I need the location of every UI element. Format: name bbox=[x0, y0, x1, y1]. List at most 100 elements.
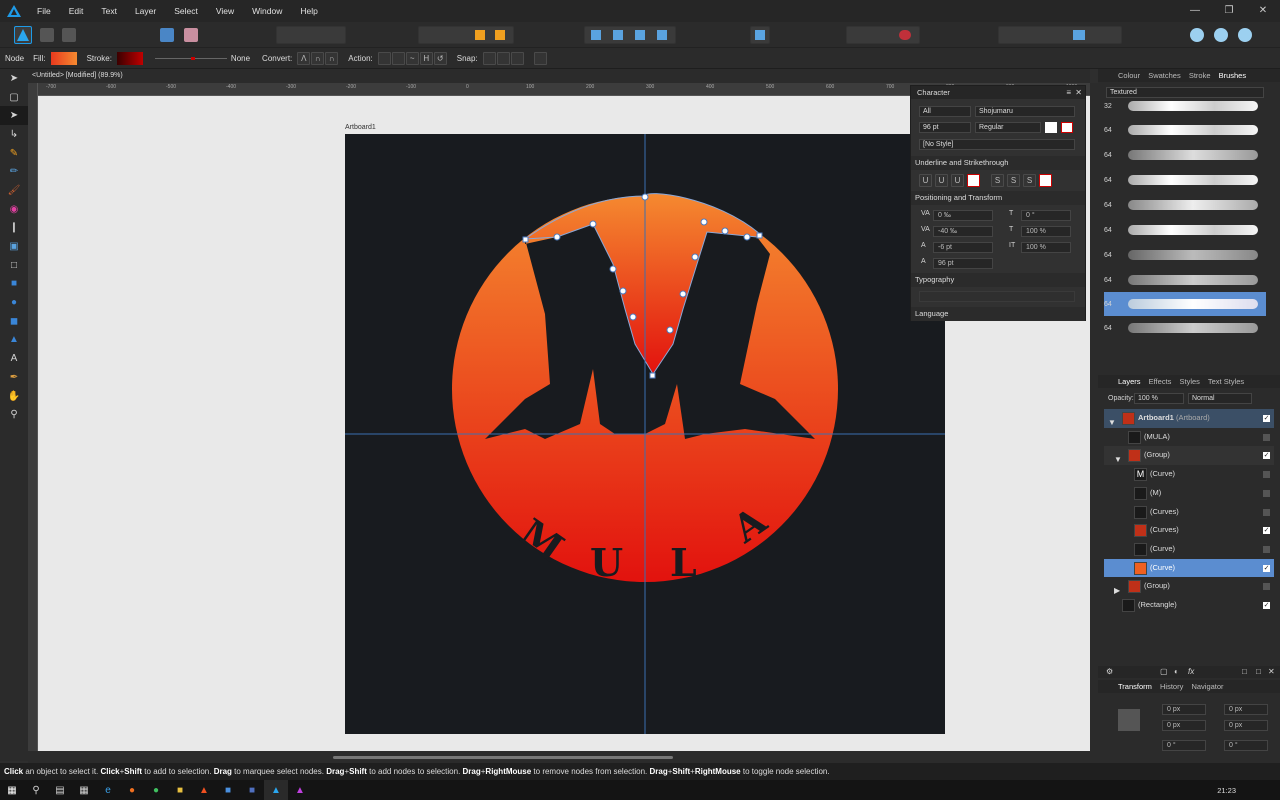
tab-stroke[interactable]: Stroke bbox=[1189, 71, 1211, 80]
tab-text-styles[interactable]: Text Styles bbox=[1208, 377, 1244, 386]
edge-browser-icon[interactable]: e bbox=[96, 780, 120, 800]
boolean-ops-group[interactable] bbox=[998, 26, 1122, 44]
affinity-designer-logo-icon[interactable] bbox=[0, 0, 28, 22]
artboard[interactable]: M U L A bbox=[345, 134, 945, 734]
pencil-tool-icon[interactable]: ✏ bbox=[0, 162, 28, 181]
typography-buttons[interactable] bbox=[919, 291, 1075, 302]
anchor-point-icon[interactable] bbox=[1118, 709, 1140, 731]
group-layer-icon[interactable]: □ bbox=[1256, 667, 1261, 676]
file-explorer-icon[interactable]: ■ bbox=[168, 780, 192, 800]
affinity-designer-taskbar-icon[interactable]: ▲ bbox=[264, 780, 288, 800]
menu-help[interactable]: Help bbox=[291, 0, 326, 22]
layer-visibility-checkbox[interactable] bbox=[1263, 545, 1270, 553]
pixel-persona-icon[interactable] bbox=[40, 28, 54, 42]
baseline-input[interactable]: -6 pt bbox=[933, 242, 993, 253]
tab-effects[interactable]: Effects bbox=[1149, 377, 1172, 386]
document-tab[interactable]: <Untitled> [Modified] (89.9%) bbox=[28, 69, 1090, 83]
layer-visibility-checkbox[interactable] bbox=[1263, 508, 1270, 516]
skew-input[interactable]: 0 ° bbox=[1021, 210, 1071, 221]
layer-visibility-checkbox[interactable]: ✓ bbox=[1263, 602, 1270, 609]
layer-visibility-checkbox[interactable] bbox=[1263, 489, 1270, 497]
underline-section-header[interactable]: Underline and Strikethrough bbox=[911, 156, 1085, 170]
assistant-icon[interactable] bbox=[184, 28, 198, 42]
brush-item[interactable]: 32 bbox=[1104, 100, 1266, 118]
mula-logo[interactable]: M U L A bbox=[345, 134, 945, 734]
convert-smart-button[interactable]: ∩ bbox=[325, 51, 339, 65]
layer-settings-icon[interactable]: ⚙ bbox=[1106, 667, 1113, 676]
artistic-text-tool-icon[interactable]: A bbox=[0, 349, 28, 368]
designer-persona-icon[interactable] bbox=[14, 26, 32, 44]
menu-edit[interactable]: Edit bbox=[60, 0, 93, 22]
adjustment-icon[interactable]: ◐ bbox=[1174, 667, 1179, 676]
opacity-input[interactable]: 100 % bbox=[1134, 393, 1184, 404]
tracking-input[interactable]: 0 ‰ bbox=[933, 210, 993, 221]
zoom-tool-icon[interactable]: ⚲ bbox=[0, 405, 28, 424]
place-image-tool-icon[interactable]: ▣ bbox=[0, 237, 28, 256]
snap-option-3-button[interactable] bbox=[510, 51, 524, 65]
layer-visibility-checkbox[interactable] bbox=[1263, 583, 1270, 591]
close-icon[interactable]: ✕ bbox=[1246, 0, 1280, 22]
panel-menu-icon[interactable]: ≡ bbox=[1066, 88, 1071, 97]
align-button[interactable] bbox=[750, 26, 770, 44]
underline-color-swatch[interactable] bbox=[967, 174, 980, 187]
panel-close-icon[interactable]: ✕ bbox=[1075, 88, 1082, 97]
layer-row-artboard[interactable]: ▼ Artboard1 (Artboard) ✓ bbox=[1104, 409, 1274, 428]
brush-item[interactable]: 64 bbox=[1104, 168, 1266, 192]
tab-history[interactable]: History bbox=[1160, 682, 1183, 691]
whatsapp-icon[interactable]: ● bbox=[144, 780, 168, 800]
brush-item[interactable]: 64 bbox=[1104, 243, 1266, 267]
layer-visibility-checkbox[interactable] bbox=[1263, 433, 1270, 441]
transform-y-input[interactable]: 0 px bbox=[1162, 720, 1206, 731]
layer-row[interactable]: M (Curve) bbox=[1104, 465, 1274, 484]
font-style-select[interactable]: Regular bbox=[975, 122, 1041, 133]
share-icon[interactable] bbox=[160, 28, 174, 42]
layer-visibility-checkbox[interactable]: ✓ bbox=[1263, 564, 1270, 572]
task-view-icon[interactable]: ▤ bbox=[48, 780, 72, 800]
tab-styles[interactable]: Styles bbox=[1180, 377, 1200, 386]
brush-item[interactable]: 64 bbox=[1104, 316, 1266, 340]
menu-view[interactable]: View bbox=[207, 0, 243, 22]
pen-tool-icon[interactable]: ✎ bbox=[0, 144, 28, 163]
layer-row[interactable]: ▶ (Group) bbox=[1104, 577, 1274, 596]
layer-row[interactable]: (Curves) bbox=[1104, 503, 1274, 522]
font-size-input[interactable]: 96 pt bbox=[919, 122, 971, 133]
layer-row[interactable]: (Rectangle) ✓ bbox=[1104, 596, 1274, 615]
brush-item[interactable]: 64 bbox=[1104, 193, 1266, 217]
tab-colour[interactable]: Colour bbox=[1118, 71, 1140, 80]
text-fill-swatch[interactable] bbox=[1045, 122, 1057, 133]
horizontal-scrollbar[interactable] bbox=[28, 751, 1090, 763]
brush-item-selected[interactable]: 64 bbox=[1104, 292, 1266, 316]
taskbar-clock[interactable]: 21:23 bbox=[1217, 786, 1236, 795]
fill-tool-icon[interactable]: ◉ bbox=[0, 200, 28, 219]
layer-visibility-checkbox[interactable]: ✓ bbox=[1263, 527, 1270, 535]
strikethrough-color-swatch[interactable] bbox=[1039, 174, 1052, 187]
affinity-publisher-taskbar-icon[interactable]: ▲ bbox=[288, 780, 312, 800]
reverse-curve-button[interactable]: ↺ bbox=[433, 51, 447, 65]
vector-brush-tool-icon[interactable]: 🖌 bbox=[0, 181, 28, 200]
tab-layers[interactable]: Layers bbox=[1118, 377, 1141, 386]
layer-row[interactable]: (Curve) bbox=[1104, 540, 1274, 559]
snap-option-2-button[interactable] bbox=[496, 51, 510, 65]
layer-visibility-checkbox[interactable]: ✓ bbox=[1263, 415, 1270, 422]
stroke-swatch[interactable] bbox=[116, 51, 143, 65]
kerning-input[interactable]: -40 ‰ bbox=[933, 226, 993, 237]
menu-layer[interactable]: Layer bbox=[126, 0, 165, 22]
app-icon-1[interactable]: ■ bbox=[216, 780, 240, 800]
menu-text[interactable]: Text bbox=[92, 0, 126, 22]
move-tool-icon[interactable]: ➤ bbox=[0, 69, 28, 88]
break-curve-button[interactable] bbox=[377, 51, 391, 65]
point-transform-tool-icon[interactable]: ↳ bbox=[0, 125, 28, 144]
brave-browser-icon[interactable]: ▲ bbox=[192, 780, 216, 800]
menu-file[interactable]: File bbox=[28, 0, 60, 22]
menu-select[interactable]: Select bbox=[165, 0, 207, 22]
fx-icon[interactable]: fx bbox=[1188, 667, 1194, 676]
fill-swatch[interactable] bbox=[50, 51, 77, 65]
brush-item[interactable]: 64 bbox=[1104, 218, 1266, 242]
scope-select[interactable]: All bbox=[919, 106, 971, 117]
horizontal-scroll-thumb[interactable] bbox=[333, 756, 673, 759]
rounded-rectangle-tool-icon[interactable]: ◼ bbox=[0, 312, 28, 331]
layer-visibility-checkbox[interactable]: ✓ bbox=[1263, 452, 1270, 460]
rectangle-tool-icon[interactable]: ■ bbox=[0, 275, 28, 294]
tab-transform[interactable]: Transform bbox=[1118, 682, 1152, 691]
insert-behind-icon[interactable] bbox=[1214, 28, 1228, 42]
